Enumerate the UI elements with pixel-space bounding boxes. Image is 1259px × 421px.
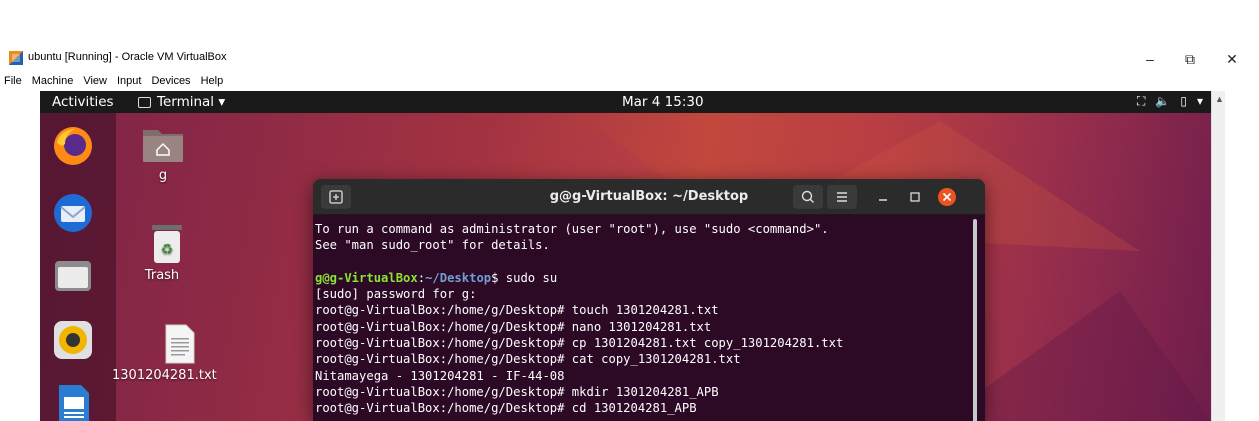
terminal-close-button[interactable] <box>935 185 959 209</box>
desktop-icon-label: Trash <box>144 268 180 283</box>
desktop-icon-label: g <box>158 168 168 183</box>
app-menu-label: Terminal ▾ <box>157 94 226 110</box>
terminal-line: root@g-VirtualBox:/home/g/Desktop# cd 13… <box>315 401 697 416</box>
clock[interactable]: Mar 4 15:30 <box>622 94 704 110</box>
scroll-up-icon[interactable]: ▲ <box>1215 94 1224 104</box>
terminal-line: See "man sudo_root" for details. <box>315 238 550 253</box>
search-icon <box>801 190 814 203</box>
chevron-down-icon: ▾ <box>1196 94 1203 108</box>
terminal-line: root@g-VirtualBox:/home/g/Desktop# nano … <box>315 319 712 334</box>
menu-machine[interactable]: Machine <box>32 75 74 90</box>
minimize-icon <box>879 199 887 201</box>
terminal-maximize-button[interactable] <box>903 185 927 209</box>
firefox-icon[interactable] <box>51 124 95 168</box>
host-vertical-scrollbar[interactable]: ▲ <box>1211 91 1225 421</box>
hamburger-icon <box>837 192 847 202</box>
terminal-line: Nitamayega - 1301204281 - IF-44-08 <box>315 368 565 383</box>
system-tray[interactable]: ⛶ 🔈 ▯ ▾ <box>1137 94 1203 109</box>
terminal-line: root@g-VirtualBox:/home/g/Desktop# touch… <box>315 303 719 318</box>
terminal-line: root@g-VirtualBox:/home/g/Desktop# mkdir… <box>315 384 719 399</box>
terminal-headerbar[interactable]: g@g-VirtualBox: ~/Desktop <box>313 179 985 215</box>
volume-icon: 🔈 <box>1155 94 1171 108</box>
terminal-line: g@g-VirtualBox:~/Desktop$ sudo su <box>315 270 975 286</box>
gnome-top-bar: Activities Terminal ▾ Mar 4 15:30 ⛶ 🔈 ▯ … <box>40 91 1211 113</box>
menu-input[interactable]: Input <box>117 75 141 90</box>
prompt-command: $ sudo su <box>491 270 558 285</box>
restore-button[interactable]: ⧉ <box>1180 50 1200 68</box>
terminal-line: [sudo] password for g: <box>315 287 477 302</box>
virtualbox-icon <box>9 51 23 65</box>
menu-file[interactable]: File <box>4 75 22 90</box>
close-icon <box>938 188 956 206</box>
terminal-icon <box>138 96 151 108</box>
trash-icon: ♻ <box>151 225 182 263</box>
dock <box>40 113 116 421</box>
text-file-icon <box>165 324 194 364</box>
menu-help[interactable]: Help <box>201 75 224 90</box>
thunderbird-icon[interactable] <box>51 191 95 235</box>
home-folder-icon <box>143 130 183 162</box>
search-button[interactable] <box>793 185 823 209</box>
prompt-user: g@g-VirtualBox <box>315 270 418 285</box>
prompt-path: ~/Desktop <box>425 270 492 285</box>
terminal-scrollbar[interactable] <box>973 219 977 421</box>
close-button[interactable]: ✕ <box>1222 50 1242 68</box>
host-window-title: ubuntu [Running] - Oracle VM VirtualBox <box>28 51 227 63</box>
vm-screen[interactable]: Activities Terminal ▾ Mar 4 15:30 ⛶ 🔈 ▯ … <box>40 91 1211 421</box>
app-menu[interactable]: Terminal ▾ <box>138 94 225 110</box>
menu-view[interactable]: View <box>83 75 107 90</box>
menu-button[interactable] <box>827 185 857 209</box>
host-titlebar: ubuntu [Running] - Oracle VM VirtualBox … <box>0 0 1259 75</box>
terminal-line: To run a command as administrator (user … <box>315 222 829 236</box>
desktop-text-file[interactable]: 1301204281.txt <box>112 324 217 383</box>
minimize-button[interactable]: – <box>1140 50 1160 68</box>
desktop-icon-label: 1301204281.txt <box>112 368 217 383</box>
host-menubar: File Machine View Input Devices Help <box>0 75 229 90</box>
prompt-colon: : <box>417 270 426 285</box>
rhythmbox-icon[interactable] <box>51 318 95 362</box>
desktop-home-folder[interactable]: g <box>140 124 186 183</box>
files-icon[interactable] <box>51 253 95 297</box>
writer-icon[interactable] <box>51 381 95 421</box>
maximize-icon <box>910 192 920 202</box>
terminal-line: root@g-VirtualBox:/home/g/Desktop# cp 13… <box>315 336 844 351</box>
network-icon: ⛶ <box>1137 94 1146 108</box>
terminal-minimize-button[interactable] <box>871 185 895 209</box>
terminal-line: ​ <box>315 254 975 270</box>
desktop-trash[interactable]: ♻ Trash <box>137 224 187 283</box>
terminal-output[interactable]: To run a command as administrator (user … <box>315 221 975 417</box>
menu-devices[interactable]: Devices <box>151 75 190 90</box>
terminal-window[interactable]: g@g-VirtualBox: ~/Desktop To run a comma… <box>313 179 985 421</box>
battery-icon: ▯ <box>1180 94 1187 108</box>
svg-text:♻: ♻ <box>160 242 173 258</box>
terminal-line: root@g-VirtualBox:/home/g/Desktop# cat c… <box>315 352 741 367</box>
activities-button[interactable]: Activities <box>52 94 114 110</box>
